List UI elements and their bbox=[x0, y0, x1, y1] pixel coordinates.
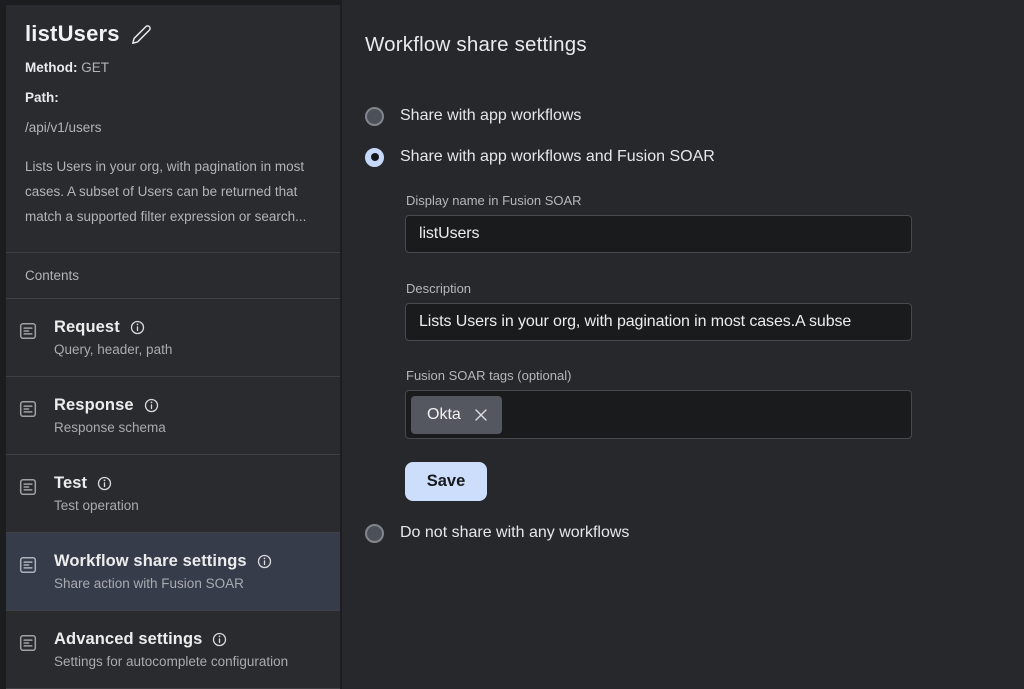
info-icon[interactable] bbox=[257, 554, 272, 569]
info-icon[interactable] bbox=[212, 632, 227, 647]
document-icon bbox=[19, 634, 37, 652]
sidebar-nav: Request Query, header, path bbox=[6, 299, 340, 689]
sidebar-panel: listUsers Method: GET Path: /api/v1/user… bbox=[6, 5, 340, 689]
close-icon[interactable] bbox=[474, 408, 488, 422]
workflow-share-settings-panel: Workflow share settings Share with app w… bbox=[342, 0, 1024, 689]
sidebar-item-title: Test bbox=[54, 474, 87, 493]
sidebar-item-response[interactable]: Response Response schema bbox=[6, 377, 340, 455]
method-label: Method: bbox=[25, 60, 77, 75]
contents-label: Contents bbox=[6, 253, 340, 299]
method-value: GET bbox=[81, 60, 109, 75]
tags-label: Fusion SOAR tags (optional) bbox=[406, 368, 912, 383]
sidebar-item-title: Advanced settings bbox=[54, 630, 202, 649]
path-value: /api/v1/users bbox=[25, 120, 102, 135]
sidebar-item-subtitle: Settings for autocomplete configuration bbox=[54, 654, 288, 669]
sidebar-item-subtitle: Response schema bbox=[54, 420, 166, 435]
sidebar: listUsers Method: GET Path: /api/v1/user… bbox=[0, 0, 342, 689]
pencil-icon[interactable] bbox=[131, 24, 152, 45]
path-label: Path: bbox=[25, 90, 59, 105]
sidebar-item-subtitle: Query, header, path bbox=[54, 342, 172, 357]
document-icon bbox=[19, 478, 37, 496]
info-icon[interactable] bbox=[130, 320, 145, 335]
display-name-input[interactable] bbox=[405, 215, 912, 253]
operation-summary: listUsers Method: GET Path: /api/v1/user… bbox=[6, 5, 340, 253]
document-icon bbox=[19, 400, 37, 418]
info-icon[interactable] bbox=[97, 476, 112, 491]
operation-description: Lists Users in your org, with pagination… bbox=[25, 154, 317, 229]
fusion-soar-share-form: Display name in Fusion SOAR Description … bbox=[405, 193, 912, 501]
operation-settings-window: listUsers Method: GET Path: /api/v1/user… bbox=[0, 0, 1024, 689]
radio-label: Share with app workflows bbox=[400, 107, 581, 125]
operation-title: listUsers bbox=[25, 21, 120, 47]
tag-chip-label: Okta bbox=[427, 406, 461, 424]
radio-row-do-not-share[interactable]: Do not share with any workflows bbox=[365, 523, 1024, 543]
save-button[interactable]: Save bbox=[405, 462, 487, 501]
tags-input[interactable]: Okta bbox=[405, 390, 912, 439]
radio-row-share-app-workflows-fusion-soar[interactable]: Share with app workflows and Fusion SOAR bbox=[365, 147, 1024, 167]
radio-label: Do not share with any workflows bbox=[400, 524, 629, 542]
radio-button[interactable] bbox=[365, 524, 384, 543]
info-icon[interactable] bbox=[144, 398, 159, 413]
tag-chip-okta: Okta bbox=[411, 396, 502, 434]
sidebar-item-request[interactable]: Request Query, header, path bbox=[6, 299, 340, 377]
radio-label: Share with app workflows and Fusion SOAR bbox=[400, 148, 715, 166]
description-label: Description bbox=[406, 281, 912, 296]
sidebar-item-advanced-settings[interactable]: Advanced settings Settings for autocompl… bbox=[6, 611, 340, 689]
sidebar-item-subtitle: Test operation bbox=[54, 498, 139, 513]
sidebar-item-test[interactable]: Test Test operation bbox=[6, 455, 340, 533]
page-title: Workflow share settings bbox=[365, 33, 1024, 57]
document-icon bbox=[19, 556, 37, 574]
description-input[interactable] bbox=[405, 303, 912, 341]
document-icon bbox=[19, 322, 37, 340]
display-name-label: Display name in Fusion SOAR bbox=[406, 193, 912, 208]
sidebar-item-title: Workflow share settings bbox=[54, 552, 247, 571]
sidebar-item-title: Request bbox=[54, 318, 120, 337]
sidebar-item-workflow-share-settings[interactable]: Workflow share settings Share action wit… bbox=[6, 533, 340, 611]
radio-row-share-app-workflows[interactable]: Share with app workflows bbox=[365, 106, 1024, 126]
sidebar-item-subtitle: Share action with Fusion SOAR bbox=[54, 576, 272, 591]
sidebar-item-title: Response bbox=[54, 396, 134, 415]
radio-button[interactable] bbox=[365, 148, 384, 167]
radio-button[interactable] bbox=[365, 107, 384, 126]
